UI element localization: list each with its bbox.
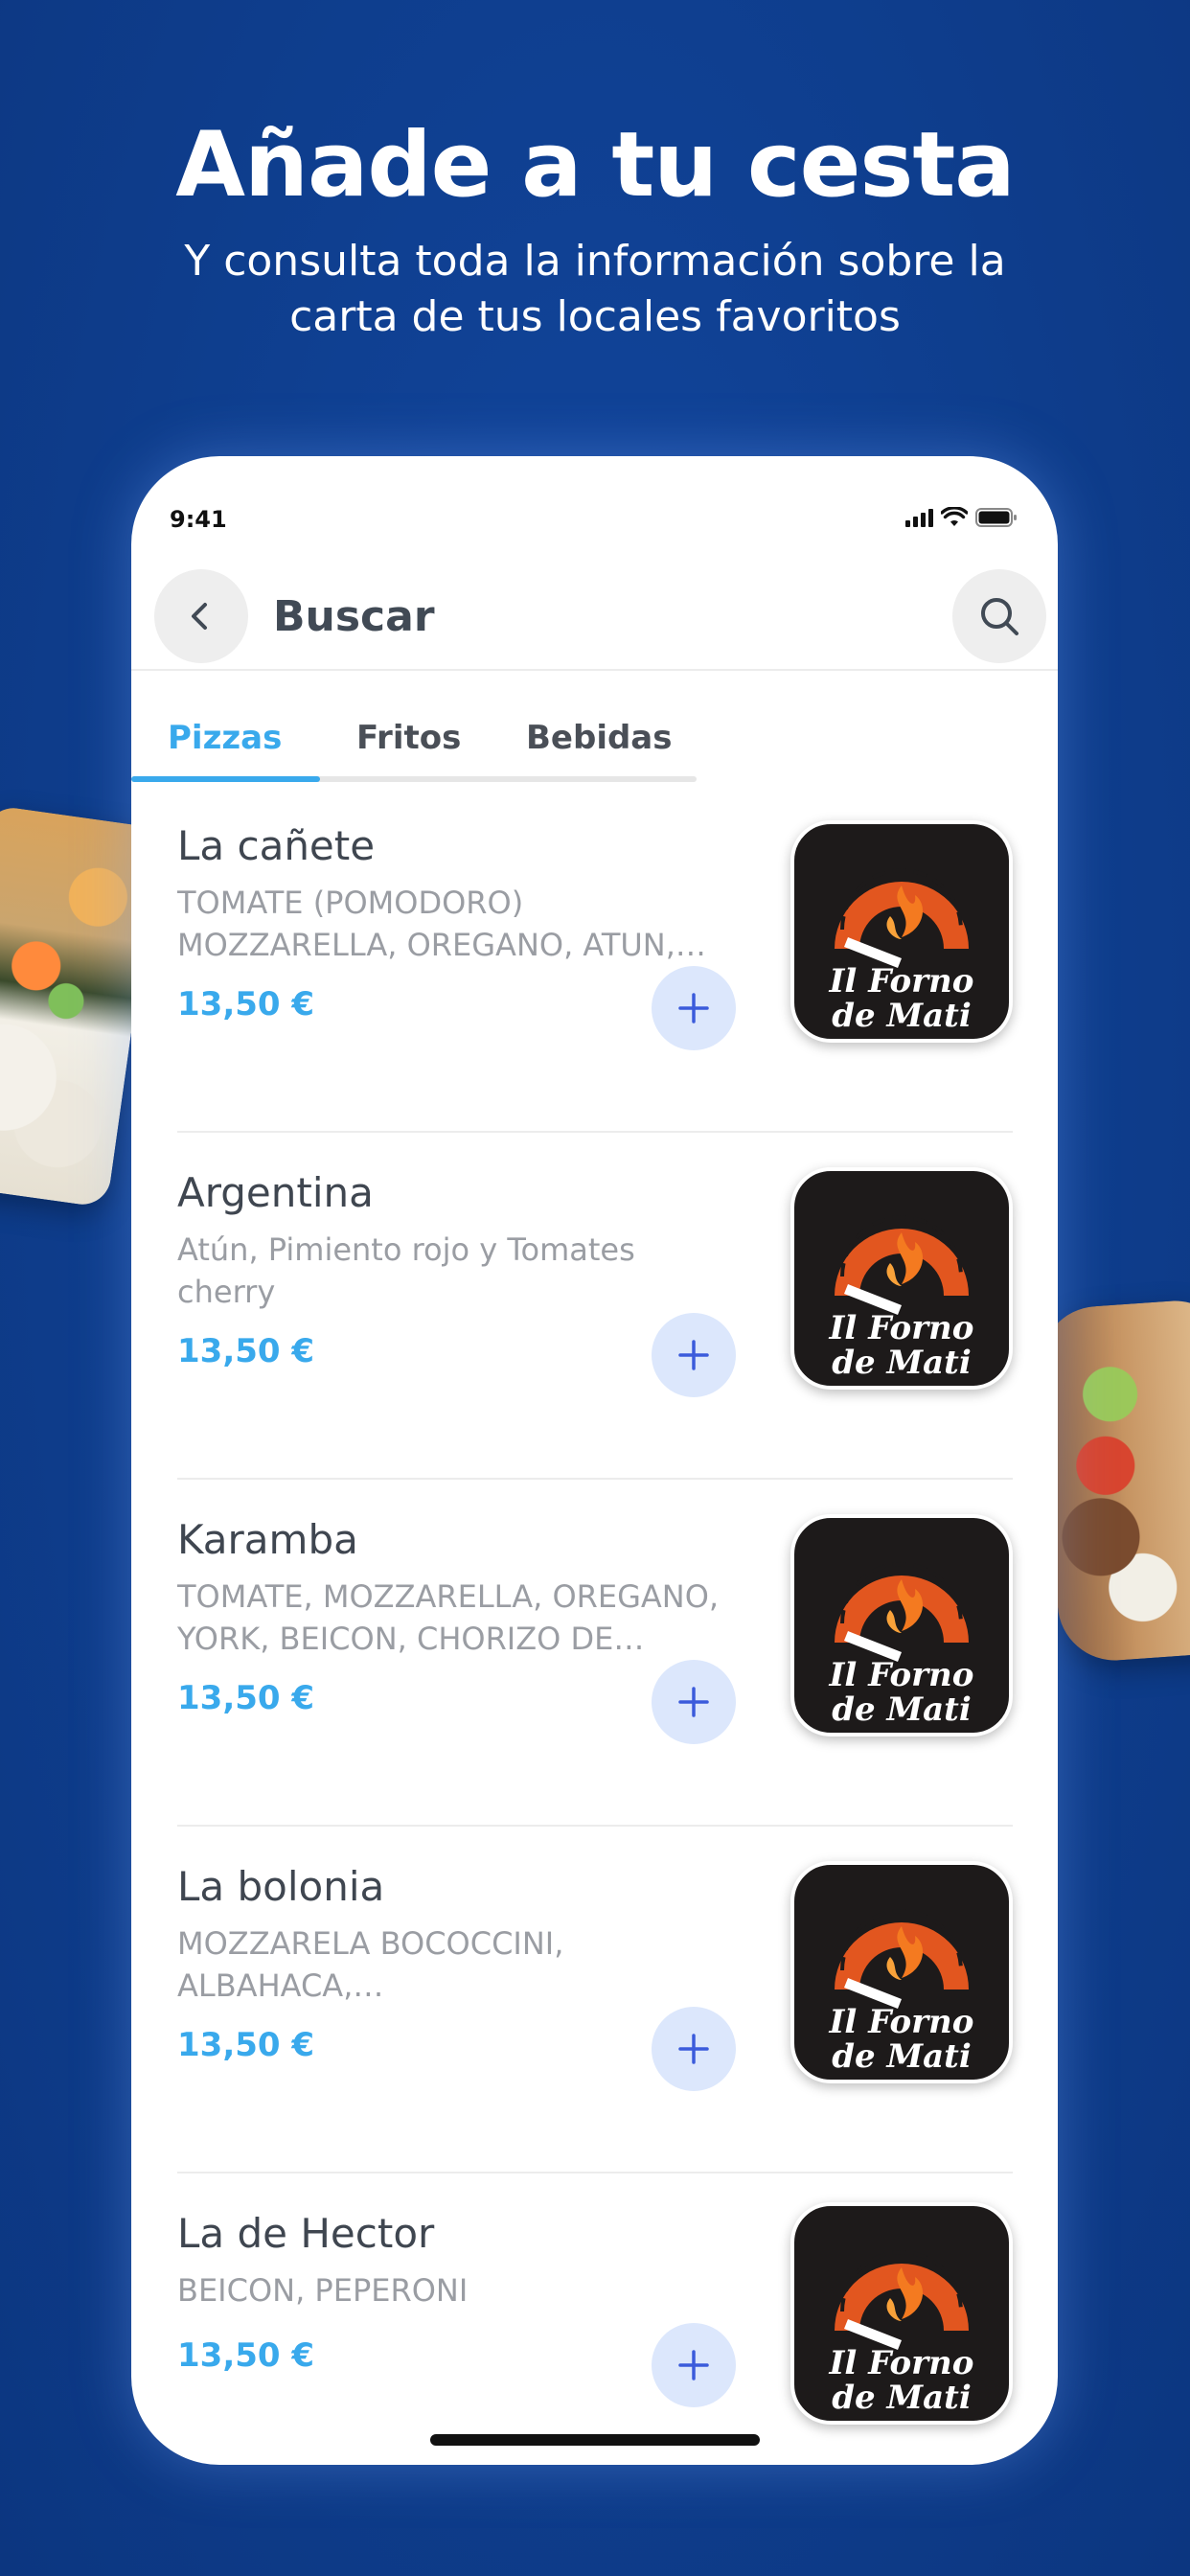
add-to-cart-button[interactable] — [652, 1660, 736, 1744]
restaurant-logo: Il Forno de Mati — [790, 1167, 1013, 1390]
item-price: 13,50 € — [177, 1679, 315, 1717]
tab-fritos[interactable]: Fritos — [356, 719, 461, 757]
logo-text: Il Forno de Mati — [829, 2003, 974, 2076]
plus-icon — [678, 993, 709, 1024]
item-name: La de Hector — [177, 2210, 435, 2257]
page-title: Buscar — [273, 592, 435, 641]
item-price: 13,50 € — [177, 1332, 315, 1370]
list-item[interactable]: Karamba TOMATE, MOZZARELLA, OREGANO, YOR… — [177, 1480, 1013, 1827]
chevron-left-icon — [192, 603, 207, 630]
subline: Y consulta toda la información sobre la … — [0, 234, 1190, 345]
category-tabs: Pizzas Fritos Bebidas — [131, 671, 697, 786]
restaurant-logo: Il Forno de Mati — [790, 2202, 1013, 2425]
add-to-cart-button[interactable] — [652, 2323, 736, 2407]
item-description: BEICON, PEPERONI — [177, 2272, 469, 2309]
phone-mockup: 9:41 Buscar Pizzas Fritos Bebidas La cañ… — [131, 456, 1058, 2465]
item-price: 13,50 € — [177, 2026, 315, 2064]
wifi-icon — [941, 507, 968, 526]
item-price: 13,50 € — [177, 2336, 315, 2375]
logo-text: Il Forno de Mati — [829, 2344, 974, 2417]
subline-line-1: Y consulta toda la información sobre la — [184, 237, 1006, 286]
item-description: Atún, Pimiento rojo y Tomates cherry — [177, 1231, 635, 1310]
item-name: Karamba — [177, 1516, 358, 1563]
status-time: 9:41 — [170, 506, 227, 533]
logo-text: Il Forno de Mati — [829, 962, 974, 1035]
list-item[interactable]: La cañete TOMATE (POMODORO) MOZZARELLA, … — [177, 786, 1013, 1133]
restaurant-logo: Il Forno de Mati — [790, 820, 1013, 1043]
list-item[interactable]: La bolonia MOZZARELA BOCOCCINI, ALBAHACA… — [177, 1827, 1013, 2174]
top-navbar: Buscar — [131, 564, 1058, 671]
plus-icon — [678, 1687, 709, 1717]
item-price: 13,50 € — [177, 985, 315, 1024]
status-icons — [905, 506, 1018, 529]
add-to-cart-button[interactable] — [652, 2007, 736, 2091]
item-name: Argentina — [177, 1169, 374, 1216]
restaurant-logo: Il Forno de Mati — [790, 1514, 1013, 1736]
item-description: TOMATE, MOZZARELLA, OREGANO, YORK, BEICO… — [177, 1578, 720, 1657]
item-name: La bolonia — [177, 1863, 385, 1910]
back-button[interactable] — [154, 569, 248, 663]
search-icon — [981, 598, 1018, 635]
battery-icon — [975, 508, 1017, 527]
item-name: La cañete — [177, 822, 376, 869]
list-item[interactable]: Argentina Atún, Pimiento rojo y Tomates … — [177, 1133, 1013, 1480]
plus-icon — [678, 2350, 709, 2380]
headline: Añade a tu cesta — [175, 113, 1015, 218]
item-description: MOZZARELA BOCOCCINI, ALBAHACA, CHAMPIÑON… — [177, 1925, 564, 2004]
logo-text: Il Forno de Mati — [829, 1656, 974, 1729]
burrito-image — [1037, 1297, 1190, 1665]
item-description: TOMATE (POMODORO) MOZZARELLA, OREGANO, A… — [177, 885, 675, 963]
add-to-cart-button[interactable] — [652, 966, 736, 1050]
list-item[interactable]: La de Hector BEICON, PEPERONI 13,50 € Il… — [177, 2174, 1013, 2465]
search-button[interactable] — [952, 569, 1046, 663]
plus-icon — [678, 1340, 709, 1370]
tab-indicator — [131, 776, 320, 782]
add-to-cart-button[interactable] — [652, 1313, 736, 1397]
promo-screen: Añade a tu cesta Y consulta toda la info… — [0, 0, 1190, 2576]
restaurant-logo: Il Forno de Mati — [790, 1861, 1013, 2083]
tab-bebidas[interactable]: Bebidas — [526, 719, 673, 757]
subline-line-2: carta de tus locales favoritos — [289, 292, 901, 341]
logo-text: Il Forno de Mati — [829, 1309, 974, 1382]
tab-pizzas[interactable]: Pizzas — [168, 719, 282, 757]
plus-icon — [678, 2034, 709, 2064]
signal-icon — [905, 508, 933, 527]
home-indicator[interactable] — [430, 2434, 760, 2446]
